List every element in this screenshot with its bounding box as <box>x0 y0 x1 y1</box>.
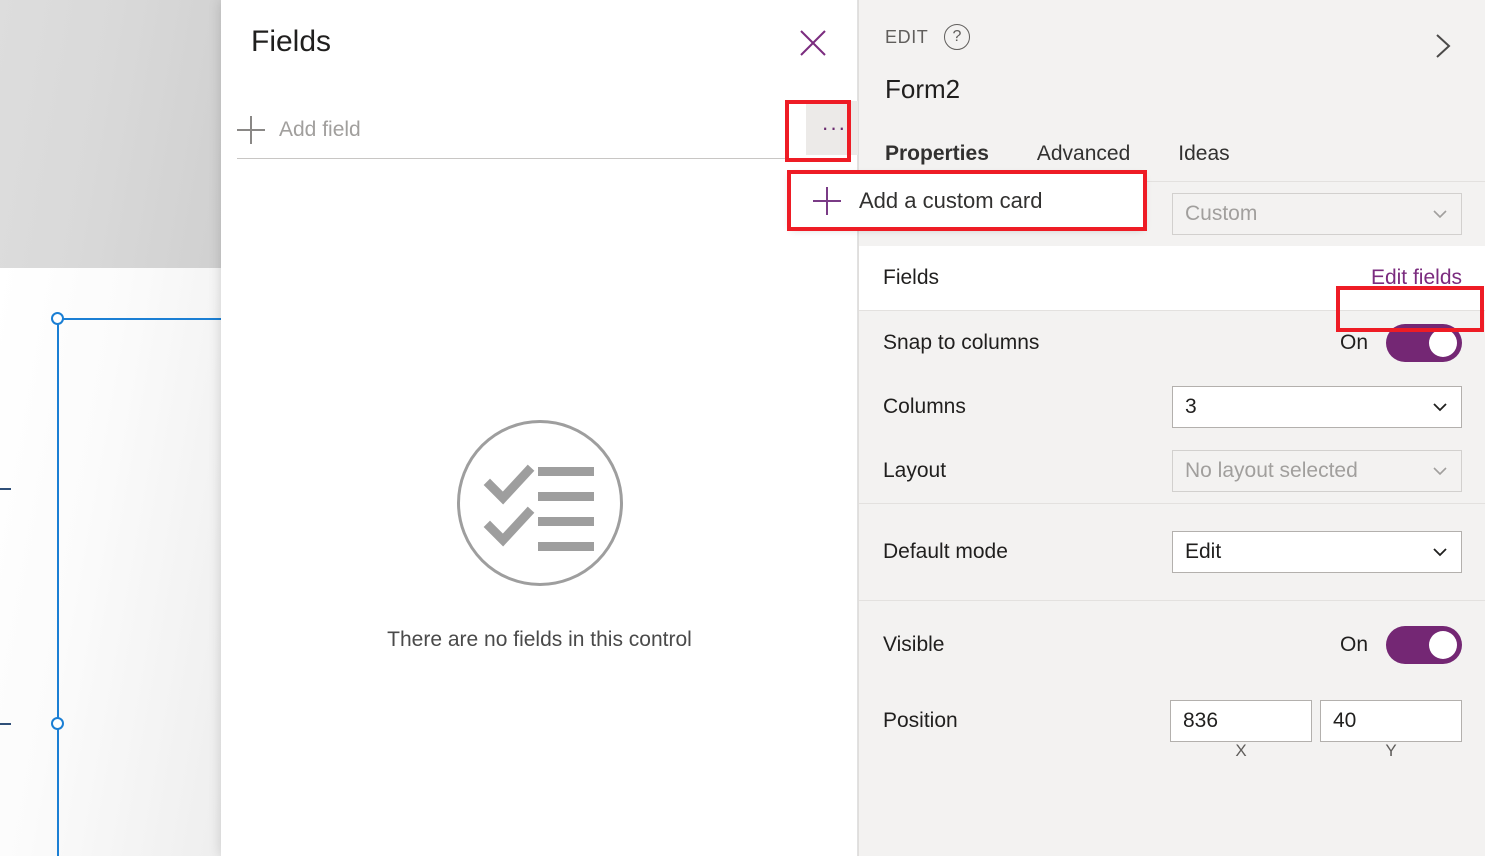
close-icon[interactable] <box>791 21 835 65</box>
layout-dropdown[interactable]: No layout selected <box>1172 450 1462 492</box>
row-columns: Columns 3 <box>859 375 1485 439</box>
visible-state: On <box>1339 633 1368 656</box>
plus-icon <box>237 116 265 144</box>
help-circle-icon[interactable]: ? <box>944 24 970 50</box>
position-label: Position <box>883 709 958 732</box>
add-field-label: Add field <box>279 118 361 141</box>
selection-outline-left <box>57 318 59 856</box>
add-field-button[interactable]: Add field <box>237 103 361 157</box>
columns-dropdown[interactable]: 3 <box>1172 386 1462 428</box>
tab-ideas[interactable]: Ideas <box>1178 142 1277 166</box>
fields-label: Fields <box>883 266 940 289</box>
add-custom-card-label: Add a custom card <box>859 187 1043 213</box>
default-mode-label: Default mode <box>883 540 1008 563</box>
row-fields: Fields Edit fields <box>859 246 1485 310</box>
ruler-tick <box>0 723 11 725</box>
add-custom-card-menu-item[interactable]: Add a custom card <box>791 174 1143 227</box>
selection-handle-middle-left[interactable] <box>51 717 64 730</box>
edit-fields-link[interactable]: Edit fields <box>1371 266 1462 290</box>
visible-toggle[interactable] <box>1386 626 1462 664</box>
properties-panel: EDIT ? Form2 Properties Advanced Ideas D… <box>858 0 1485 856</box>
row-default-mode: Default mode Edit <box>859 504 1485 600</box>
tab-advanced[interactable]: Advanced <box>1037 142 1178 166</box>
properties-panel-header: EDIT ? Form2 <box>859 0 1485 136</box>
toggle-knob <box>1429 329 1457 357</box>
selected-control-name: Form2 <box>885 74 961 104</box>
app-toolbar-area <box>0 0 221 268</box>
plus-icon <box>813 186 841 215</box>
property-group-mode: Default mode Edit <box>859 503 1485 600</box>
snap-to-columns-label: Snap to columns <box>883 331 1040 354</box>
property-group-layout: Snap to columns On Columns 3 Layout No l… <box>859 310 1485 503</box>
chevron-down-icon <box>1431 398 1449 416</box>
row-snap-to-columns: Snap to columns On <box>859 311 1485 375</box>
layout-value: No layout selected <box>1185 459 1358 482</box>
tab-properties[interactable]: Properties <box>885 142 1037 166</box>
position-x-input[interactable]: 836 <box>1170 700 1312 742</box>
columns-value: 3 <box>1185 395 1197 418</box>
position-axis-labels: X Y <box>1170 741 1462 761</box>
property-group-display: Visible On Position 836 40 X Y <box>859 600 1485 760</box>
row-layout: Layout No layout selected <box>859 439 1485 503</box>
position-y-axis-label: Y <box>1385 741 1397 760</box>
chevron-down-icon <box>1431 205 1449 223</box>
chevron-down-icon <box>1431 543 1449 561</box>
help-glyph: ? <box>952 28 962 45</box>
chevron-down-icon <box>1431 462 1449 480</box>
fields-empty-state-text: There are no fields in this control <box>387 628 692 651</box>
app-canvas[interactable]: This fo <box>0 268 221 856</box>
ellipsis-icon[interactable]: ··· <box>806 101 862 155</box>
fields-panel: Fields Add field ··· There are no fields… <box>221 0 862 856</box>
ellipsis-label: ··· <box>821 115 847 140</box>
position-y-input[interactable]: 40 <box>1320 700 1462 742</box>
data-source-dropdown[interactable]: Custom <box>1172 193 1462 235</box>
edit-section-label: EDIT <box>885 27 929 47</box>
selection-handle-top-left[interactable] <box>51 312 64 325</box>
chevron-right-icon[interactable] <box>1421 24 1465 68</box>
ruler-tick <box>0 488 11 490</box>
data-source-value: Custom <box>1185 202 1258 225</box>
checklist-icon <box>456 420 623 586</box>
fields-empty-state: There are no fields in this control <box>221 420 858 652</box>
visible-label: Visible <box>883 633 945 656</box>
fields-panel-title: Fields <box>251 25 332 58</box>
fields-panel-header: Fields <box>221 0 857 86</box>
layout-label: Layout <box>883 459 947 482</box>
selection-outline-top <box>57 318 221 320</box>
snap-to-columns-state: On <box>1339 331 1368 354</box>
default-mode-dropdown[interactable]: Edit <box>1172 531 1462 573</box>
properties-rows: Data source Custom Fields Edit fields <box>859 181 1485 856</box>
position-x-axis-label: X <box>1235 741 1247 760</box>
default-mode-value: Edit <box>1185 540 1222 563</box>
toggle-knob <box>1429 631 1457 659</box>
snap-to-columns-toggle[interactable] <box>1386 324 1462 362</box>
add-field-row: Add field ··· <box>237 101 862 159</box>
row-visible: Visible On <box>859 601 1485 689</box>
properties-tabs: Properties Advanced Ideas <box>885 142 1278 166</box>
app-root: This fo Fields Add field ··· <box>0 0 1485 856</box>
row-position: Position 836 40 X Y <box>859 689 1485 760</box>
columns-label: Columns <box>883 395 966 418</box>
